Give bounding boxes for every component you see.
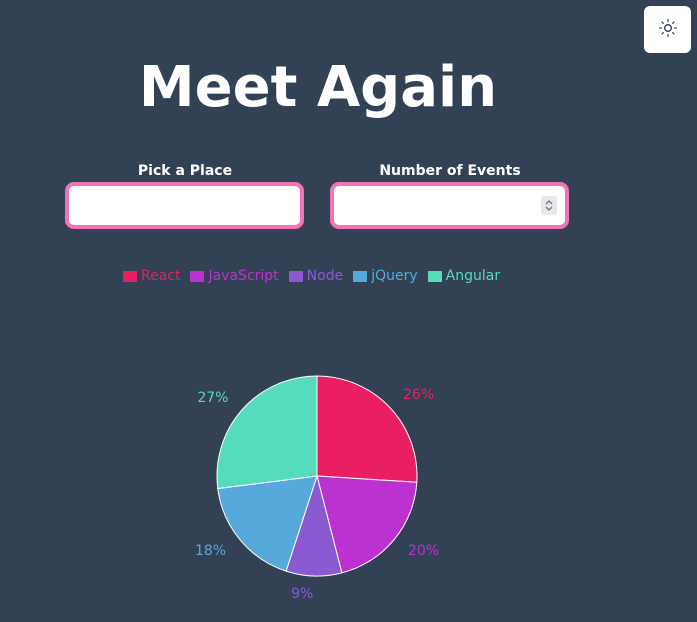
pie-label-angular: 27% <box>197 390 228 406</box>
pie-slice-react[interactable] <box>316 375 418 483</box>
pie-slice-angular[interactable] <box>216 375 318 490</box>
pie-label-javascript: 20% <box>408 543 439 559</box>
pie-chart: 26% 20% 9% 18% 27% <box>195 375 439 602</box>
pie-label-react: 26% <box>403 387 434 403</box>
pie-label-jquery: 18% <box>195 543 226 559</box>
pie-label-node: 9% <box>291 586 313 602</box>
